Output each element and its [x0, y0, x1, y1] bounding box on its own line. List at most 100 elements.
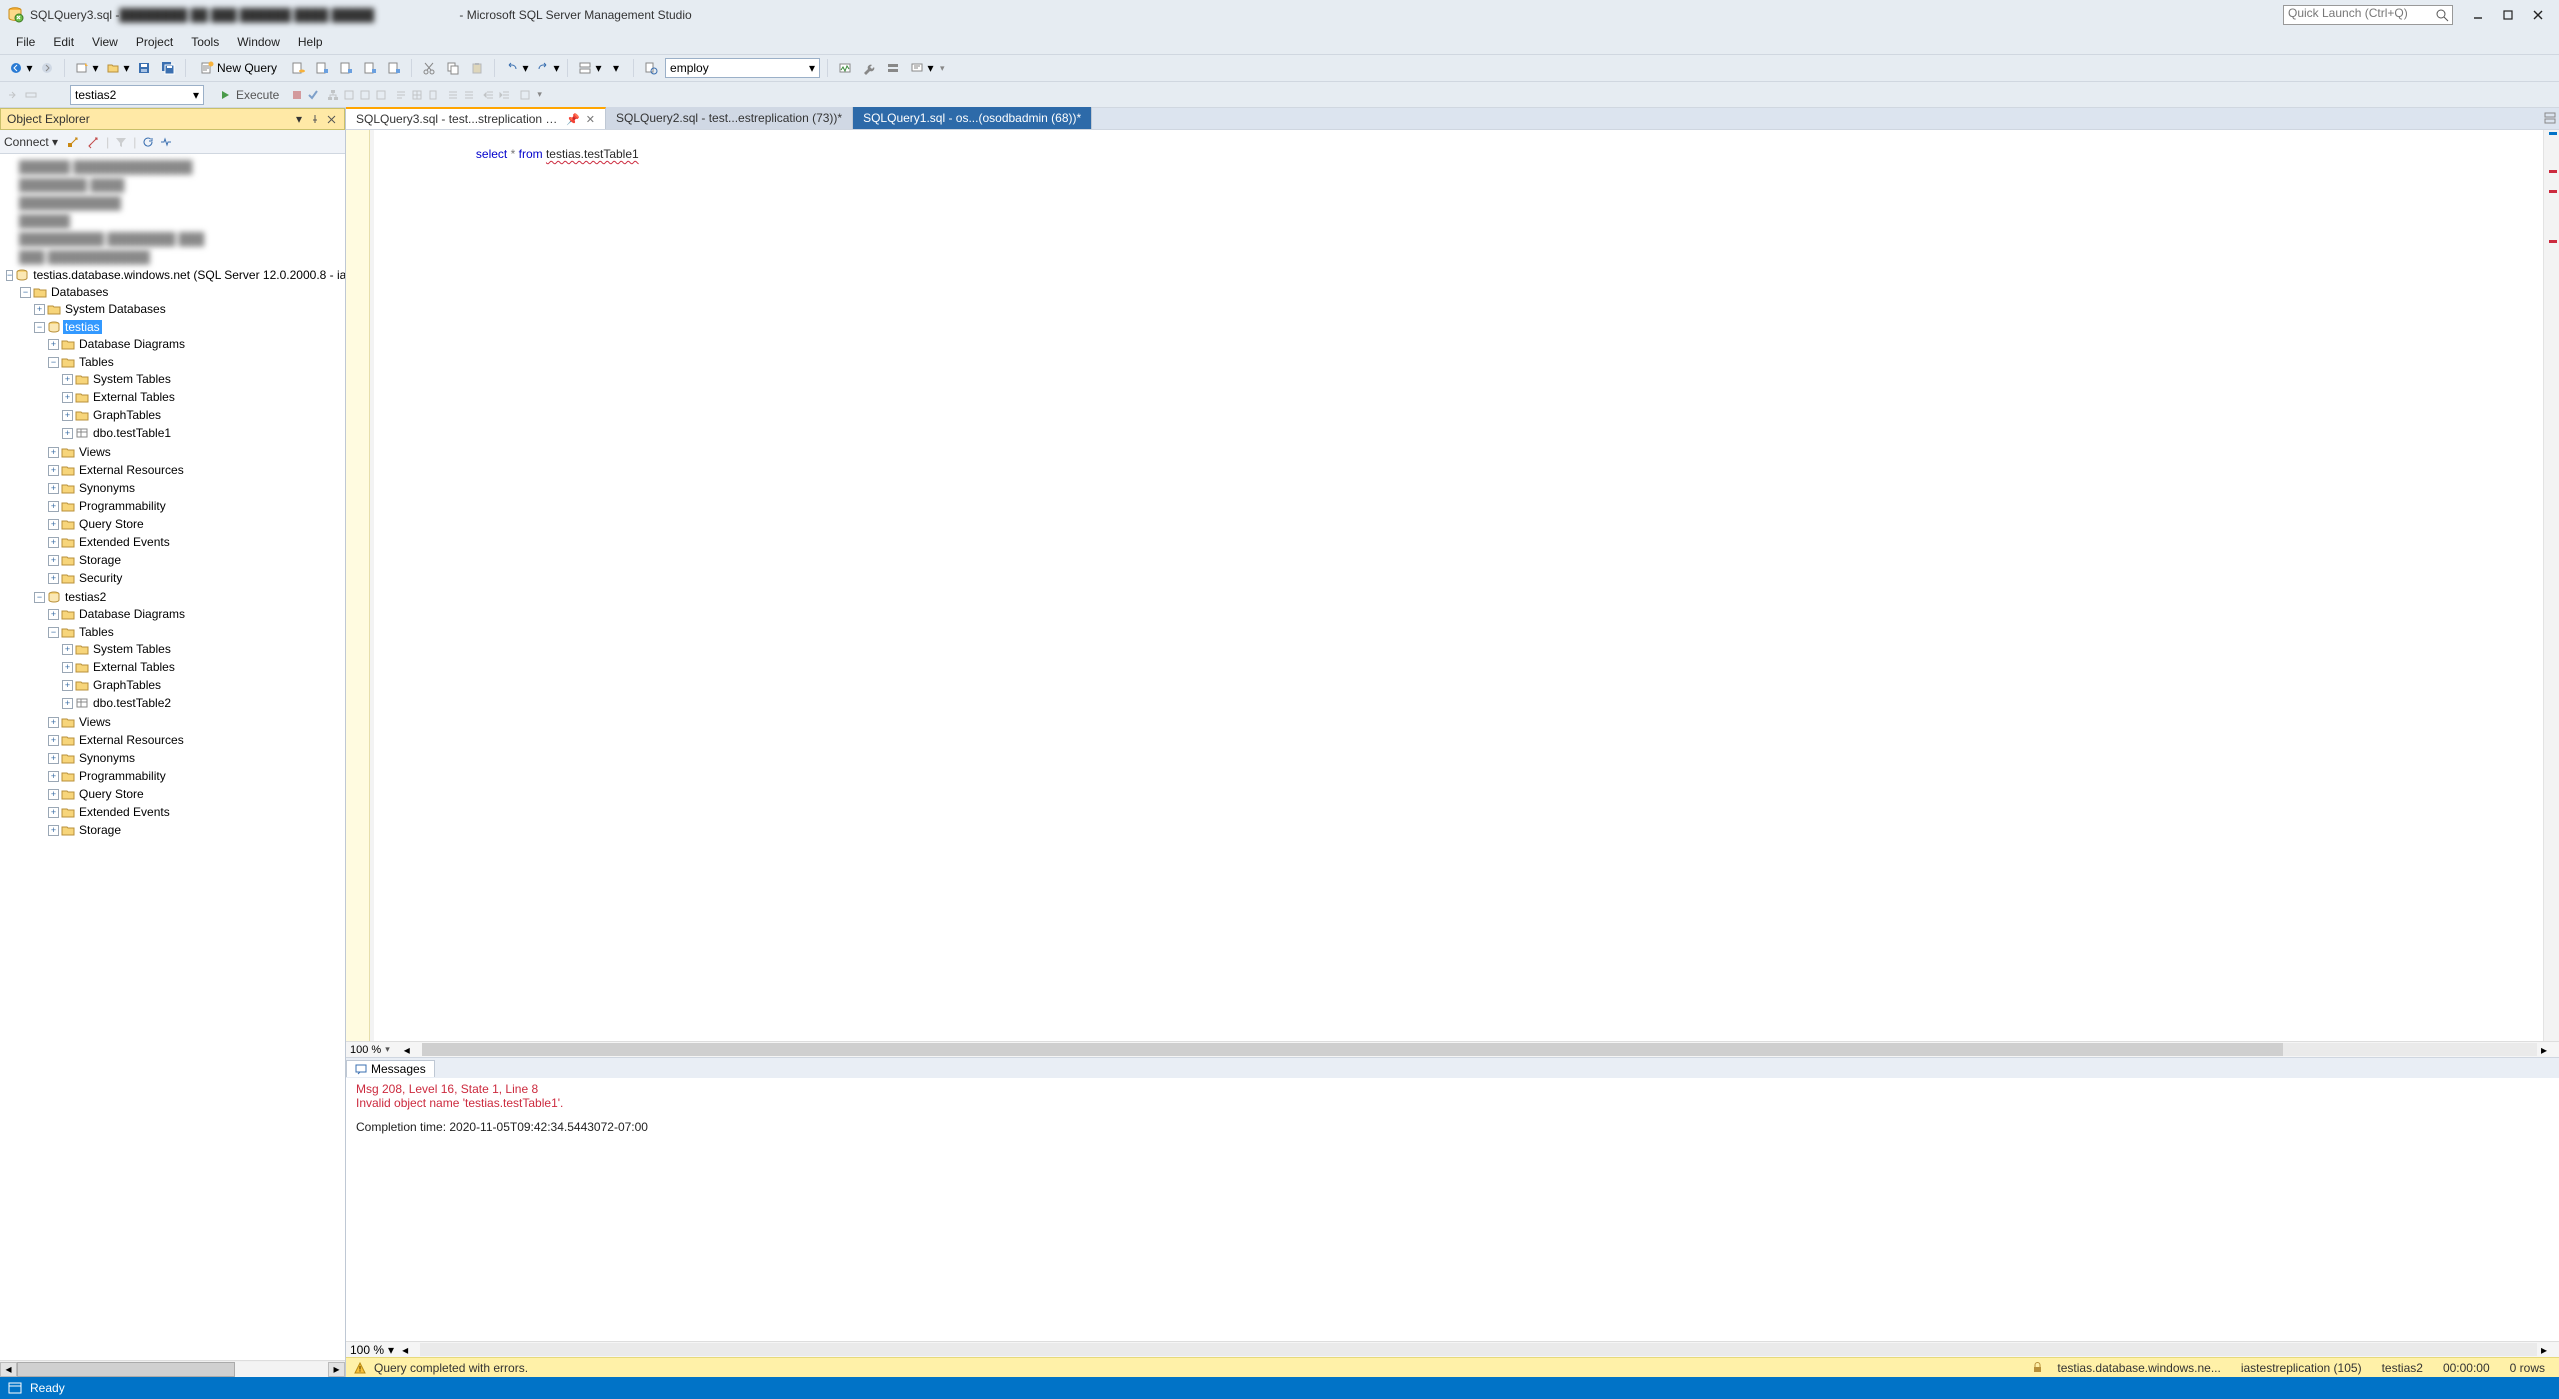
- nav-back-button[interactable]: ▾: [6, 58, 33, 78]
- tab-sqlquery3[interactable]: SQLQuery3.sql - test...streplication (10…: [346, 107, 606, 129]
- save-all-button[interactable]: [158, 58, 178, 78]
- tree-node-synonyms2[interactable]: +Synonyms: [48, 750, 341, 766]
- tree-node-databases[interactable]: − Databases: [20, 284, 341, 300]
- scroll-right-button[interactable]: ▸: [2541, 1343, 2555, 1356]
- find-in-files-button[interactable]: [641, 58, 661, 78]
- include-plan-button[interactable]: [343, 89, 355, 101]
- expand-icon[interactable]: +: [34, 304, 45, 315]
- collapse-icon[interactable]: −: [6, 270, 13, 281]
- tree-node-external-tables[interactable]: +External Tables: [62, 389, 341, 405]
- disconnect-icon[interactable]: [86, 135, 100, 149]
- comment-sel-button[interactable]: [447, 89, 459, 101]
- pin-icon[interactable]: [308, 112, 322, 126]
- specify-template-button[interactable]: [519, 89, 531, 101]
- database-combo[interactable]: employ ▾: [665, 58, 820, 78]
- tree-node-views2[interactable]: +Views: [48, 714, 341, 730]
- tree-node-testTable1[interactable]: +dbo.testTable1: [62, 425, 341, 441]
- tree-node-testTable2[interactable]: +dbo.testTable2: [62, 695, 341, 711]
- tree-node-db-testias[interactable]: −testias: [34, 319, 341, 335]
- menu-file[interactable]: File: [8, 32, 43, 52]
- scroll-left-button[interactable]: ◂: [0, 1362, 17, 1377]
- minimize-button[interactable]: [2463, 5, 2493, 25]
- chevron-down-icon[interactable]: ▾: [385, 1044, 390, 1055]
- dmx-query-btn[interactable]: [360, 58, 380, 78]
- tree-node-system-tables[interactable]: +System Tables: [62, 371, 341, 387]
- scroll-thumb[interactable]: [422, 1043, 2283, 1056]
- nav-fwd-button[interactable]: [37, 58, 57, 78]
- menu-window[interactable]: Window: [229, 32, 288, 52]
- messages-tab[interactable]: Messages: [346, 1060, 435, 1077]
- connect-dropdown[interactable]: Connect ▾: [4, 135, 60, 149]
- tree-node-graph-tables2[interactable]: +GraphTables: [62, 677, 341, 693]
- tree-node-tables[interactable]: −Tables: [48, 354, 341, 370]
- scroll-right-button[interactable]: ▸: [328, 1362, 345, 1377]
- include-stats-button[interactable]: [359, 89, 371, 101]
- mdx-query-btn[interactable]: [336, 58, 356, 78]
- maximize-button[interactable]: [2493, 5, 2523, 25]
- oe-horizontal-scrollbar[interactable]: ◂ ▸: [0, 1360, 345, 1377]
- copy-button[interactable]: [443, 58, 463, 78]
- activity-monitor-button[interactable]: [835, 58, 855, 78]
- close-panel-icon[interactable]: [324, 112, 338, 126]
- split-editor-icon[interactable]: [2543, 111, 2557, 125]
- open-file-button[interactable]: ▾: [103, 58, 130, 78]
- tree-node-security[interactable]: +Security: [48, 570, 341, 586]
- xmla-query-btn[interactable]: [384, 58, 404, 78]
- tree-node-tables2[interactable]: −Tables: [48, 624, 341, 640]
- tree-node-ext-res2[interactable]: +External Resources: [48, 732, 341, 748]
- tree-node-db-testias2[interactable]: −testias2: [34, 589, 341, 605]
- chevron-down-icon[interactable]: ▾: [388, 1343, 394, 1357]
- outdent-button[interactable]: [499, 89, 511, 101]
- result-file-button[interactable]: [427, 89, 439, 101]
- parse-button[interactable]: [307, 89, 319, 101]
- de-query-btn[interactable]: [288, 58, 308, 78]
- tree-node-graph-tables[interactable]: +GraphTables: [62, 407, 341, 423]
- toolbar-overflow-icon[interactable]: ▾: [940, 63, 945, 74]
- scroll-left-button[interactable]: ◂: [404, 1043, 418, 1056]
- scroll-right-button[interactable]: ▸: [2541, 1043, 2555, 1056]
- paste-button[interactable]: [467, 58, 487, 78]
- tree-node-storage2[interactable]: +Storage: [48, 822, 341, 838]
- window-position-icon[interactable]: ▾: [292, 112, 306, 126]
- as-query-btn[interactable]: [312, 58, 332, 78]
- undo-button[interactable]: ▾: [502, 58, 529, 78]
- indent-button[interactable]: [483, 89, 495, 101]
- scroll-left-button[interactable]: ◂: [402, 1343, 416, 1356]
- tool-wrench-button[interactable]: [859, 58, 879, 78]
- tree-node-server[interactable]: − testias.database.windows.net (SQL Serv…: [6, 267, 341, 283]
- menu-edit[interactable]: Edit: [45, 32, 82, 52]
- pulse-icon[interactable]: [160, 136, 174, 148]
- code-h-scroll-track[interactable]: [422, 1043, 2537, 1056]
- search-icon[interactable]: [2435, 8, 2449, 22]
- quick-launch-input[interactable]: Quick Launch (Ctrl+Q): [2283, 5, 2453, 25]
- menu-help[interactable]: Help: [290, 32, 331, 52]
- redo-button[interactable]: ▾: [533, 58, 560, 78]
- tree-node-ext-events[interactable]: +Extended Events: [48, 534, 341, 550]
- connect-icon[interactable]: [66, 135, 80, 149]
- messages-zoom-value[interactable]: 100 %: [350, 1343, 384, 1357]
- toolbar2-overflow-icon[interactable]: ▾: [537, 89, 542, 100]
- tree-node-system-databases[interactable]: +System Databases: [34, 301, 341, 317]
- tree-node-diagrams[interactable]: +Database Diagrams: [48, 336, 341, 352]
- tree-node-ext-events2[interactable]: +Extended Events: [48, 804, 341, 820]
- collapse-icon[interactable]: −: [20, 287, 31, 298]
- tab-sqlquery1[interactable]: SQLQuery1.sql - os...(osodbadmin (68))*: [853, 107, 1092, 129]
- object-explorer-tree[interactable]: ██████ ██████████████ ████████ ████ ████…: [0, 154, 345, 852]
- result-text-button[interactable]: [395, 89, 407, 101]
- cancel-query-button[interactable]: [291, 89, 303, 101]
- messages-h-scroll-track[interactable]: [420, 1343, 2537, 1356]
- tree-node-storage[interactable]: +Storage: [48, 552, 341, 568]
- close-button[interactable]: [2523, 5, 2553, 25]
- close-tab-icon[interactable]: ✕: [586, 113, 595, 126]
- code-zoom-value[interactable]: 100 %: [350, 1044, 381, 1056]
- execute-button[interactable]: Execute: [212, 84, 287, 106]
- filter-icon[interactable]: [115, 136, 127, 148]
- pin-tab-icon[interactable]: 📌: [566, 113, 580, 126]
- use-db-button[interactable]: [6, 88, 20, 102]
- tree-node-query-store2[interactable]: +Query Store: [48, 786, 341, 802]
- tree-node-ext-res[interactable]: +External Resources: [48, 462, 341, 478]
- result-grid-button[interactable]: [411, 89, 423, 101]
- new-query-button[interactable]: New Query: [193, 57, 284, 79]
- code-editor[interactable]: −select * from testias.testTable1: [374, 130, 2543, 1041]
- registered-servers-button[interactable]: [883, 58, 903, 78]
